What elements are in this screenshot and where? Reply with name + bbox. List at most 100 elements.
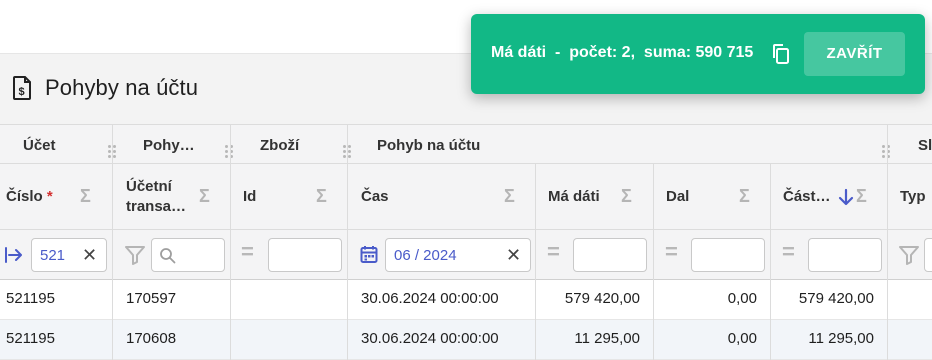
group-sl[interactable]: Sl	[918, 137, 932, 154]
cell-dal: 0,00	[727, 290, 757, 307]
cislo-filter-value: 521	[40, 247, 66, 264]
toast-message: Má dáti - počet: 2, suma: 590 715	[491, 44, 754, 61]
divider	[112, 320, 113, 360]
castka-filter-input[interactable]	[808, 238, 882, 272]
divider	[230, 320, 231, 360]
cell-ma-dati: 11 295,00	[574, 330, 640, 347]
divider	[887, 230, 888, 280]
divider	[230, 280, 231, 320]
equals-icon[interactable]: =	[782, 239, 795, 265]
group-header-row: Účet Pohy… Zboží Pohyb na účtu Sl	[0, 124, 932, 165]
cas-filter-value: 06 / 2024	[394, 247, 457, 264]
copy-icon[interactable]	[771, 43, 791, 65]
required-mark: *	[46, 188, 53, 205]
calendar-icon[interactable]	[360, 245, 378, 264]
divider	[230, 164, 231, 230]
dal-filter-input[interactable]	[691, 238, 765, 272]
divider	[230, 230, 231, 280]
divider	[887, 320, 888, 360]
typ-filter-input[interactable]	[924, 238, 932, 272]
cislo-filter-input[interactable]: 521 ✕	[31, 238, 107, 272]
divider	[535, 230, 536, 280]
cell-transakce: 170597	[126, 290, 177, 307]
column-group-drag-handle[interactable]	[882, 145, 890, 159]
cell-ma-dati: 579 420,00	[564, 290, 640, 307]
divider	[535, 280, 536, 320]
group-pohyb[interactable]: Pohy…	[143, 137, 195, 154]
column-header-row: Číslo * Σ Účetní transa… Σ Id Σ Čas Σ Má …	[0, 164, 932, 230]
transakce-filter-input[interactable]	[151, 238, 225, 272]
sort-descending-icon[interactable]	[837, 188, 855, 206]
close-button[interactable]: ZAVŘÍT	[804, 32, 905, 76]
column-header-castka[interactable]: Část…	[783, 187, 831, 207]
document-dollar-icon: $	[13, 76, 31, 100]
group-pohyb-na-uctu[interactable]: Pohyb na účtu	[377, 137, 480, 154]
cell-cislo: 521195	[6, 330, 55, 347]
divider	[112, 230, 113, 280]
cell-cas: 30.06.2024 00:00:00	[361, 330, 499, 347]
divider	[112, 164, 113, 230]
table-row[interactable]: 521195 170597 30.06.2024 00:00:00 579 42…	[0, 280, 932, 320]
divider	[770, 320, 771, 360]
data-grid: Účet Pohy… Zboží Pohyb na účtu Sl Číslo …	[0, 124, 932, 360]
divider	[653, 164, 654, 230]
column-header-ucetni-transakce[interactable]: Účetní transa…	[126, 177, 186, 217]
search-icon	[160, 248, 176, 264]
column-header-ma-dati[interactable]: Má dáti	[548, 187, 600, 207]
ma-dati-filter-input[interactable]	[573, 238, 647, 272]
divider	[653, 320, 654, 360]
divider	[535, 164, 536, 230]
filter-row: 521 ✕ = 06 / 2024 ✕ = = =	[0, 230, 932, 280]
equals-icon[interactable]: =	[241, 239, 254, 265]
divider	[535, 320, 536, 360]
column-header-cislo[interactable]: Číslo *	[6, 187, 53, 207]
id-filter-input[interactable]	[268, 238, 342, 272]
divider	[112, 125, 113, 165]
group-ucet[interactable]: Účet	[23, 137, 56, 154]
cas-filter-input[interactable]: 06 / 2024 ✕	[385, 238, 531, 272]
equals-icon[interactable]: =	[547, 239, 560, 265]
starts-with-icon[interactable]	[5, 247, 23, 263]
cell-cislo: 521195	[6, 290, 55, 307]
column-header-dal[interactable]: Dal	[666, 187, 689, 207]
cell-transakce: 170608	[126, 330, 177, 347]
equals-icon[interactable]: =	[665, 239, 678, 265]
divider	[347, 280, 348, 320]
divider	[770, 280, 771, 320]
divider	[347, 230, 348, 280]
sum-icon[interactable]: Σ	[856, 186, 867, 207]
cell-dal: 0,00	[727, 330, 757, 347]
svg-text:$: $	[18, 86, 24, 98]
cell-cas: 30.06.2024 00:00:00	[361, 290, 499, 307]
divider	[347, 320, 348, 360]
sum-icon[interactable]: Σ	[199, 186, 210, 207]
column-header-typ[interactable]: Typ	[900, 187, 926, 207]
divider	[770, 164, 771, 230]
cell-castka: 11 295,00	[808, 330, 874, 347]
clear-icon[interactable]: ✕	[82, 245, 97, 266]
group-zbozi[interactable]: Zboží	[260, 137, 299, 154]
divider	[347, 164, 348, 230]
divider	[347, 125, 348, 165]
clear-icon[interactable]: ✕	[506, 245, 521, 266]
divider	[230, 125, 231, 165]
divider	[887, 280, 888, 320]
filter-icon[interactable]	[898, 245, 920, 265]
sum-icon[interactable]: Σ	[504, 186, 515, 207]
filter-icon[interactable]	[124, 245, 146, 265]
sum-icon[interactable]: Σ	[80, 186, 91, 207]
page-title: Pohyby na účtu	[45, 75, 199, 100]
column-header-cas[interactable]: Čas	[361, 187, 389, 207]
divider	[653, 280, 654, 320]
column-header-id[interactable]: Id	[243, 187, 256, 207]
sum-icon[interactable]: Σ	[739, 186, 750, 207]
cell-castka: 579 420,00	[798, 290, 874, 307]
divider	[887, 125, 888, 165]
table-row[interactable]: 521195 170608 30.06.2024 00:00:00 11 295…	[0, 320, 932, 360]
sum-icon[interactable]: Σ	[316, 186, 327, 207]
column-group-drag-handle[interactable]	[225, 145, 233, 159]
divider	[653, 230, 654, 280]
sum-icon[interactable]: Σ	[621, 186, 632, 207]
divider	[770, 230, 771, 280]
divider	[112, 280, 113, 320]
